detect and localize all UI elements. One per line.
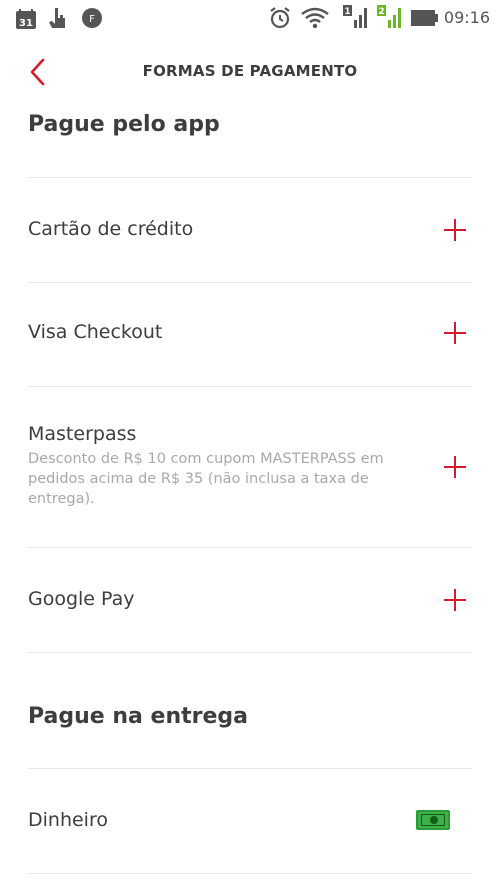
cash-icon: [416, 810, 450, 830]
header: FORMAS DE PAGAMENTO: [0, 44, 500, 100]
payment-option-description: Desconto de R$ 10 com cupom MASTERPASS e…: [28, 451, 384, 507]
wifi-icon: [300, 6, 330, 34]
svg-text:F: F: [89, 14, 95, 25]
status-bar: 31 F 1 2 09:16: [0, 0, 500, 36]
plus-icon[interactable]: [444, 456, 466, 478]
payment-option-label: Cartão de crédito: [28, 218, 194, 240]
plus-icon[interactable]: [444, 322, 466, 344]
payment-option-label: Google Pay: [28, 588, 135, 610]
plus-icon[interactable]: [444, 219, 466, 241]
svg-text:2: 2: [378, 7, 384, 17]
svg-text:1: 1: [344, 7, 350, 17]
payment-option-credit-card[interactable]: Cartão de crédito: [0, 178, 500, 282]
signal-sim1-icon: 1: [342, 4, 370, 34]
calendar-icon: 31: [14, 7, 38, 35]
alarm-icon: [268, 6, 292, 34]
payment-option-masterpass[interactable]: Masterpass Desconto de R$ 10 com cupom M…: [0, 387, 500, 547]
page-title: FORMAS DE PAGAMENTO: [142, 62, 358, 80]
signal-sim2-icon: 2: [376, 4, 404, 34]
payment-option-label: Dinheiro: [28, 809, 108, 831]
payment-option-label: Masterpass: [28, 423, 137, 445]
payment-option-visa-checkout[interactable]: Visa Checkout: [0, 283, 500, 386]
calendar-day: 31: [19, 18, 33, 29]
section-title-delivery: Pague na entrega: [28, 704, 248, 729]
payment-option-cash[interactable]: Dinheiro: [0, 769, 500, 873]
plus-icon[interactable]: [444, 589, 466, 611]
status-time: 09:16: [443, 8, 490, 27]
divider: [28, 873, 472, 874]
payment-option-label: Visa Checkout: [28, 321, 163, 343]
battery-icon: [410, 9, 440, 31]
divider: [28, 652, 472, 653]
app-notification-icon: F: [80, 6, 104, 34]
section-title-app: Pague pelo app: [28, 112, 220, 137]
gesture-icon: [46, 6, 70, 36]
payment-option-google-pay[interactable]: Google Pay: [0, 548, 500, 652]
